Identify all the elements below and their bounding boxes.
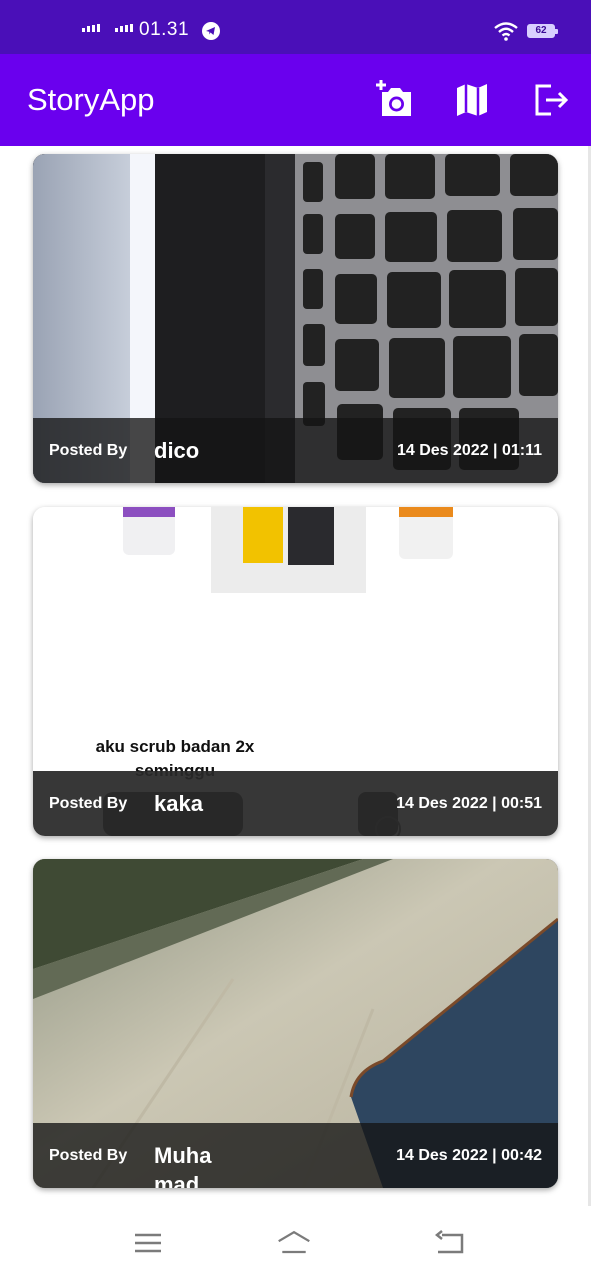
app-title: StoryApp <box>27 82 155 117</box>
telegram-icon <box>202 22 220 40</box>
wifi-icon <box>494 22 518 41</box>
caption-bar: Posted By kaka 14 Des 2022 | 00:51 <box>33 771 558 836</box>
map-button[interactable] <box>450 78 494 122</box>
story-date: 14 Des 2022 | 01:11 <box>396 442 542 459</box>
app-bar: StoryApp <box>0 54 591 146</box>
story-author: dico <box>154 438 200 463</box>
status-time: 01.31 <box>139 19 190 40</box>
menu-icon[interactable] <box>130 1226 166 1260</box>
map-icon <box>457 84 487 116</box>
story-author: Muha mad <box>154 1143 212 1188</box>
caption-bar: Posted By dico 14 Des 2022 | 01:11 <box>33 418 558 483</box>
add-story-button[interactable] <box>372 78 416 122</box>
story-date: 14 Des 2022 | 00:42 <box>396 1147 542 1164</box>
story-card[interactable]: Posted By Muha mad 14 Des 2022 | 00:42 <box>33 859 558 1188</box>
story-date: 14 Des 2022 | 00:51 <box>396 795 542 812</box>
posted-by-label: Posted By <box>49 795 128 812</box>
system-nav-bar <box>0 1206 591 1280</box>
add-photo-icon <box>376 80 411 116</box>
posted-by-label: Posted By <box>49 1147 128 1164</box>
back-icon[interactable] <box>432 1226 468 1260</box>
logout-button[interactable] <box>529 78 573 122</box>
home-icon[interactable] <box>276 1226 312 1260</box>
logout-icon <box>535 84 569 116</box>
signal-icon <box>115 24 133 32</box>
status-bar: 01.31 62 <box>0 0 591 54</box>
story-card[interactable]: aku scrub badan 2x seminggu Posted By ka… <box>33 507 558 836</box>
story-author: kaka <box>154 791 203 816</box>
posted-by-label: Posted By <box>49 442 128 459</box>
caption-bar: Posted By Muha mad 14 Des 2022 | 00:42 <box>33 1123 558 1188</box>
story-card[interactable]: Posted By dico 14 Des 2022 | 01:11 <box>33 154 558 483</box>
signal-icon <box>82 24 100 32</box>
battery-icon: 62 <box>527 24 558 38</box>
